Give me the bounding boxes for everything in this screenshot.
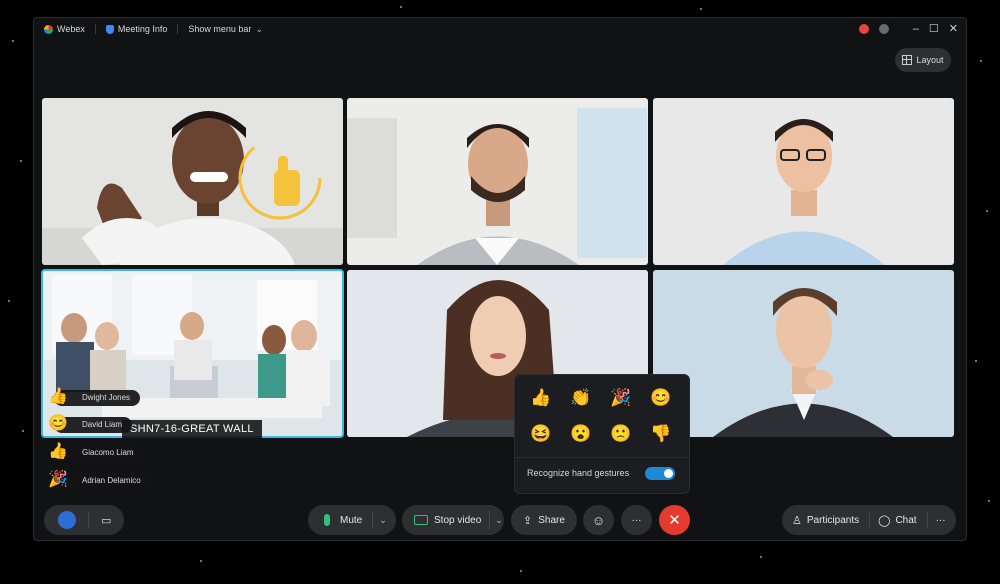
divider — [177, 24, 179, 34]
share-button[interactable]: ⇪ Share — [511, 505, 577, 535]
video-feed — [42, 270, 343, 437]
reaction-laugh[interactable]: 😆 — [527, 421, 555, 447]
end-call-button[interactable]: ✕ — [659, 505, 690, 535]
close-window-button[interactable]: ✕ — [949, 22, 958, 35]
chevron-down-icon: ⌄ — [255, 23, 263, 34]
divider — [926, 511, 928, 529]
shield-icon — [105, 24, 114, 34]
meeting-window: Webex Meeting Info Show menu bar ⌄ – ☐ ✕… — [33, 17, 967, 541]
app-name: Webex — [57, 24, 85, 34]
participant-name: Dwight Jones — [82, 393, 131, 402]
divider — [869, 511, 871, 529]
chat-icon[interactable]: ◯ — [878, 514, 890, 527]
reaction-thumbs-up[interactable]: 👍 — [527, 385, 555, 411]
background-star — [400, 6, 402, 8]
share-icon: ⇪ — [523, 514, 533, 527]
divider — [88, 511, 89, 529]
window-controls: – ☐ ✕ — [858, 22, 958, 35]
control-bar: ▭ Mute ⌄ Stop video ⌄ ⇪ Share ☺ ··· ✕ ♙ … — [34, 500, 966, 540]
left-controls: ▭ — [44, 505, 124, 535]
reaction-surprised[interactable]: 😮 — [567, 421, 595, 447]
meeting-info-label: Meeting Info — [117, 24, 168, 34]
assistant-icon[interactable] — [58, 511, 76, 529]
camera-icon — [414, 515, 428, 525]
webex-logo-icon — [44, 24, 53, 34]
video-feed — [653, 98, 954, 265]
video-tile[interactable] — [653, 270, 954, 437]
background-star — [988, 500, 990, 502]
video-tile[interactable] — [347, 98, 648, 265]
title-bar: Webex Meeting Info Show menu bar ⌄ — [34, 18, 966, 40]
microphone-icon — [324, 514, 330, 526]
reaction-clap[interactable]: 👏 — [567, 385, 595, 411]
participant-name: David Liam — [82, 420, 123, 429]
hand-gestures-label: Recognize hand gestures — [527, 468, 630, 478]
mute-button[interactable]: Mute ⌄ — [308, 505, 396, 535]
stop-video-label: Stop video — [434, 514, 482, 526]
background-star — [975, 360, 977, 362]
chevron-down-icon[interactable]: ⌄ — [379, 515, 387, 526]
background-star — [8, 300, 10, 302]
grid-icon — [902, 55, 913, 65]
background-star — [980, 60, 982, 62]
reaction-thumbs-down[interactable]: 👎 — [647, 421, 675, 447]
meeting-info-button[interactable]: Meeting Info — [105, 24, 168, 34]
video-feed — [42, 98, 343, 265]
video-tile-active[interactable] — [41, 269, 344, 438]
show-menu-bar-button[interactable]: Show menu bar ⌄ — [188, 24, 263, 35]
background-star — [22, 430, 24, 432]
reaction-smile[interactable]: 😊 — [647, 385, 675, 411]
right-controls: ♙ Participants ◯ Chat ··· — [782, 505, 956, 535]
compass-icon[interactable] — [878, 23, 889, 34]
divider — [94, 24, 96, 34]
app-title: Webex — [44, 24, 85, 34]
thumbs-up-icon: 👍 — [48, 443, 68, 460]
more-options-button[interactable]: ··· — [621, 505, 652, 535]
participants-icon[interactable]: ♙ — [792, 514, 802, 527]
minimize-button[interactable]: – — [913, 23, 919, 35]
thumbs-up-icon: 👍 — [48, 388, 68, 405]
reactions-button[interactable]: ☺ — [583, 505, 614, 535]
share-label: Share — [538, 514, 565, 526]
hand-gestures-row: Recognize hand gestures — [515, 457, 689, 488]
participant-name: Giacomo Liam — [82, 448, 134, 457]
video-feed — [653, 270, 954, 437]
layout-label: Layout — [916, 55, 944, 65]
captions-icon[interactable]: ▭ — [101, 514, 111, 527]
divider — [372, 511, 374, 529]
chevron-down-icon[interactable]: ⌄ — [495, 515, 503, 526]
layout-button[interactable]: Layout — [895, 48, 951, 72]
stop-video-button[interactable]: Stop video ⌄ — [402, 505, 504, 535]
participants-button[interactable]: Participants — [807, 515, 859, 526]
show-menu-bar-label: Show menu bar — [188, 24, 252, 34]
room-label: SHN7-16-GREAT WALL — [122, 420, 262, 438]
reaction-sad[interactable]: 🙁 — [607, 421, 635, 447]
background-star — [760, 556, 762, 558]
background-star — [12, 40, 14, 42]
party-popper-icon: 🎉 — [48, 471, 68, 488]
background-star — [520, 570, 522, 572]
recording-icon[interactable] — [858, 23, 869, 34]
hand-gestures-toggle[interactable] — [645, 467, 675, 480]
reaction-celebrate[interactable]: 🎉 — [607, 385, 635, 411]
chat-button[interactable]: Chat — [895, 515, 916, 526]
video-tile[interactable] — [653, 98, 954, 265]
overflow-button[interactable]: ··· — [936, 515, 946, 526]
reactions-panel: 👍 👏 🎉 😊 😆 😮 🙁 👎 Recognize hand gestures — [514, 374, 690, 494]
background-star — [700, 8, 702, 10]
smile-icon: 😊 — [48, 415, 68, 432]
participant-pill: Adrian Delamico — [54, 473, 151, 489]
background-star — [200, 560, 202, 562]
background-star — [20, 160, 22, 162]
mute-label: Mute — [340, 514, 363, 526]
close-icon: ✕ — [668, 512, 681, 529]
divider — [489, 511, 491, 529]
video-feed — [347, 98, 648, 265]
participant-name: Adrian Delamico — [82, 476, 141, 485]
more-label: ··· — [631, 514, 642, 526]
background-star — [986, 210, 988, 212]
smiley-icon: ☺ — [591, 512, 606, 528]
video-tile[interactable] — [42, 98, 343, 265]
maximize-button[interactable]: ☐ — [929, 22, 939, 35]
